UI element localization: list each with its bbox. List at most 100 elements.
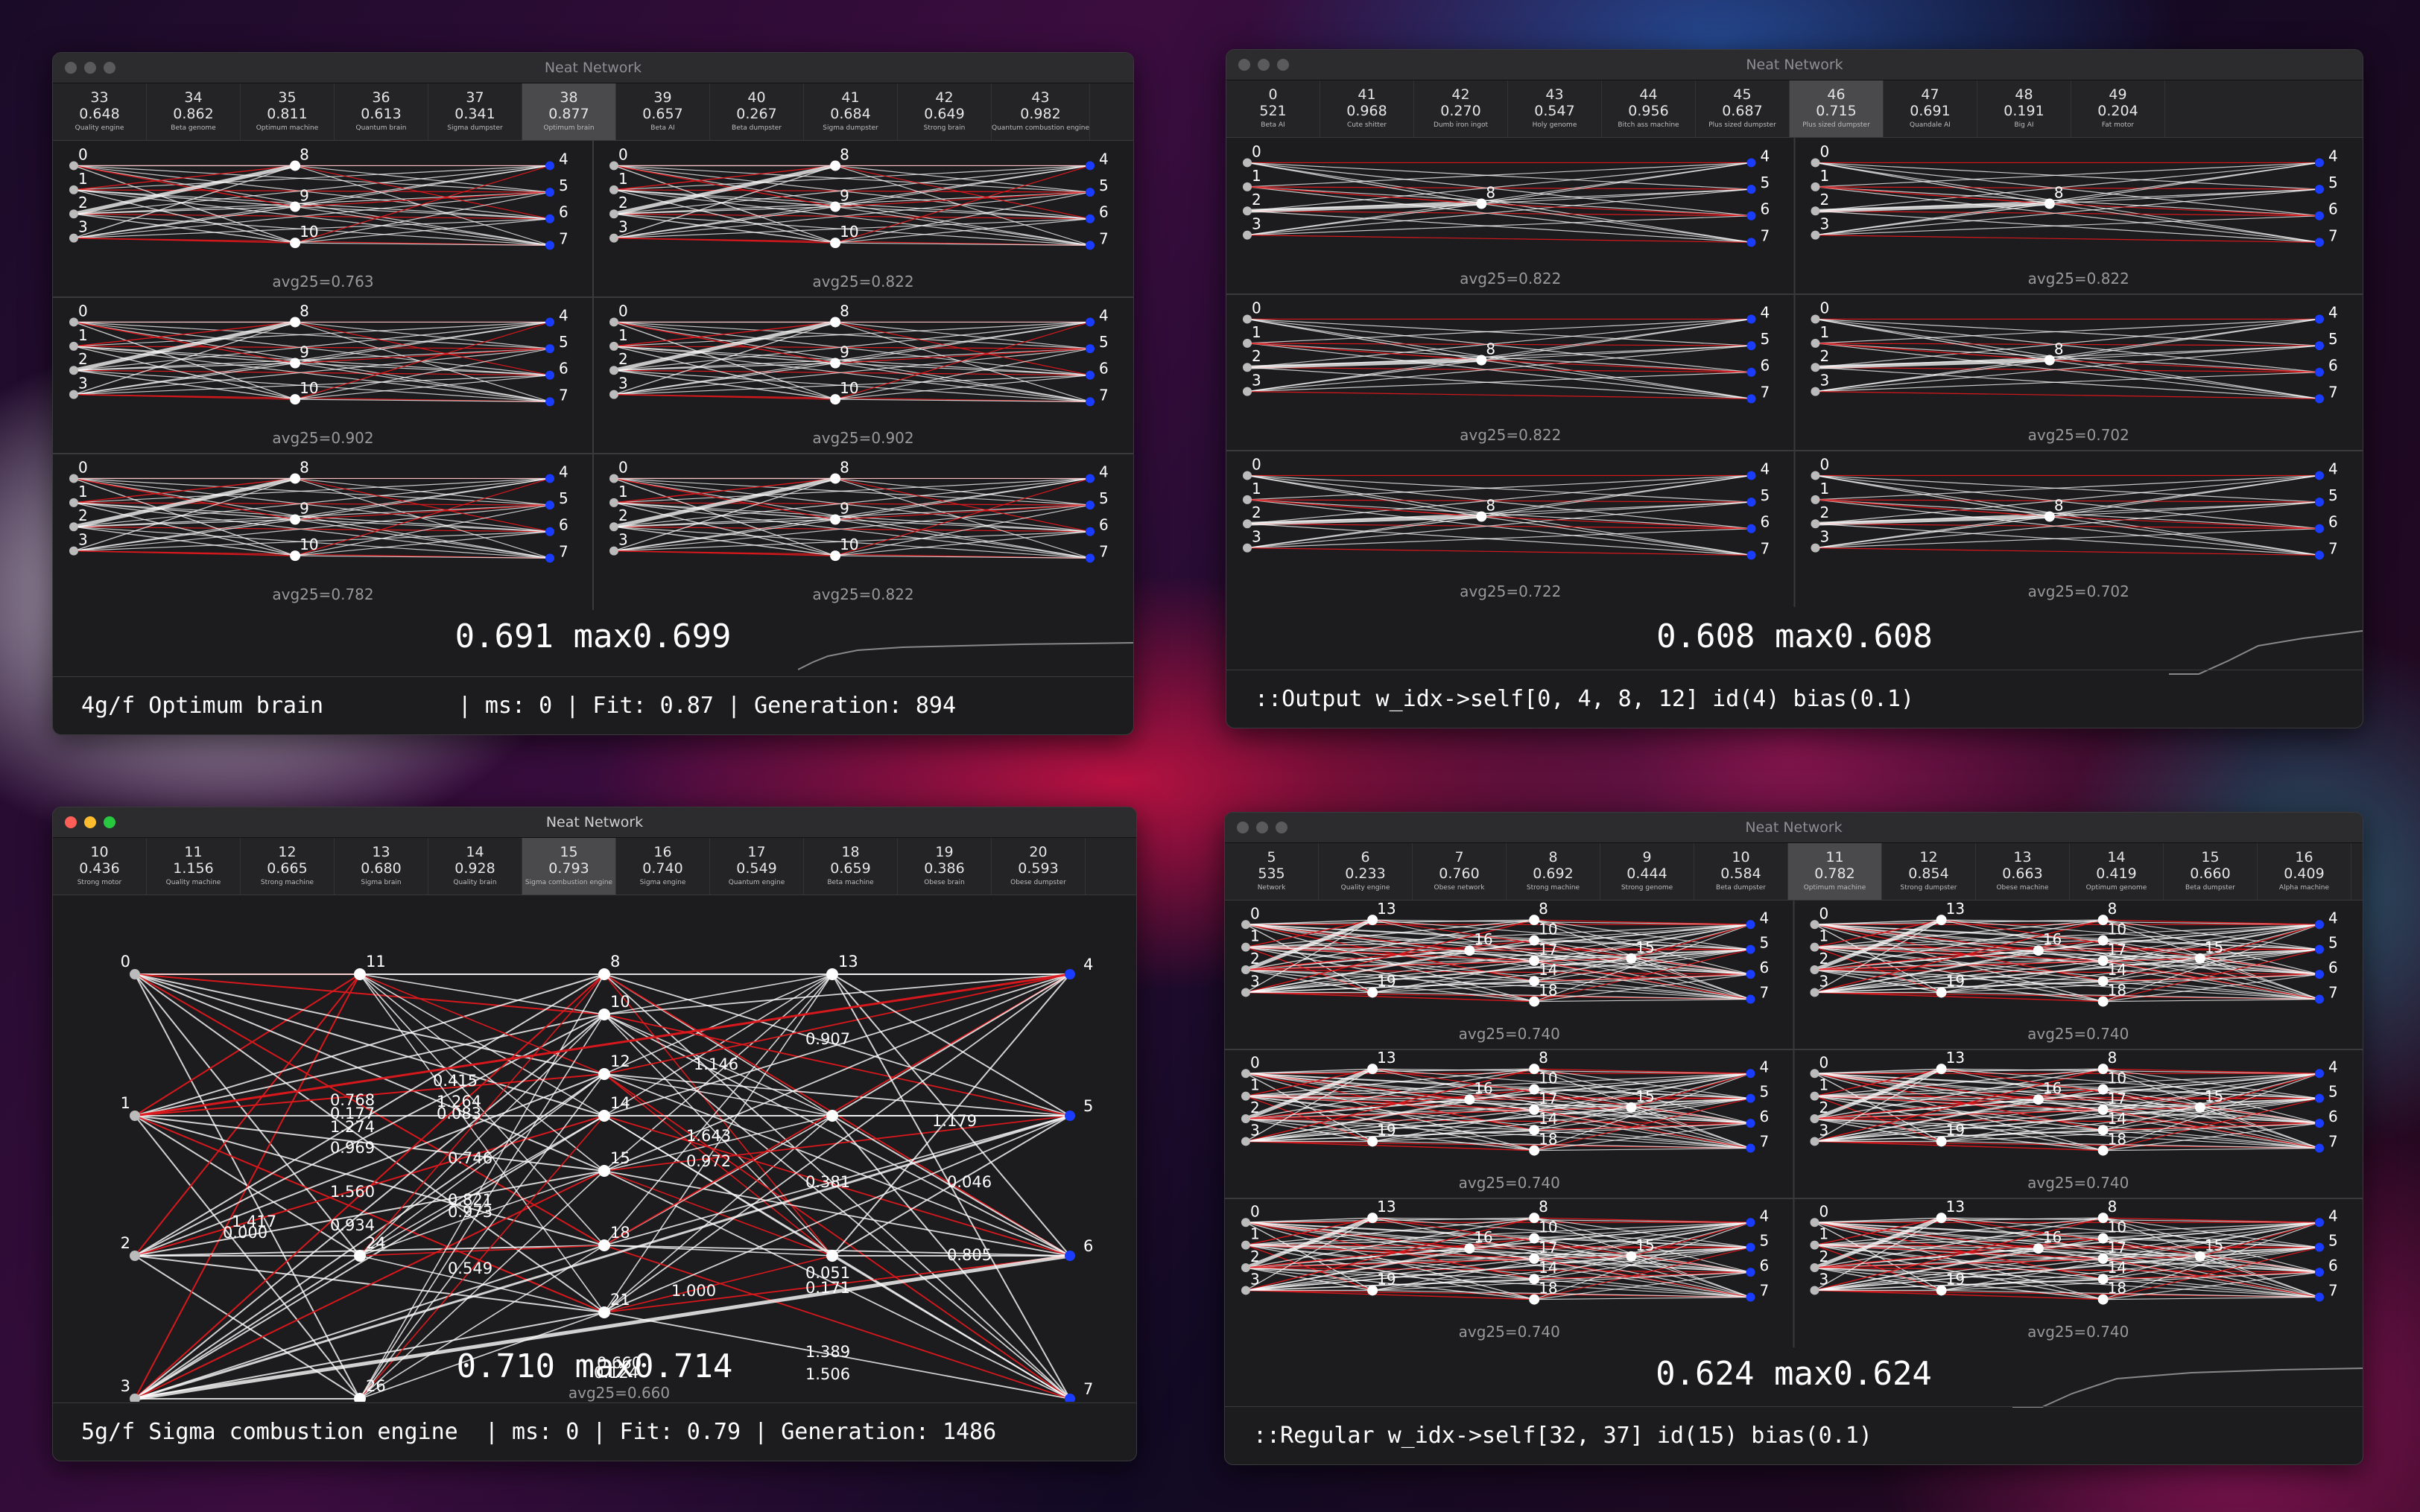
tab-tname: Strong brain	[923, 124, 966, 132]
genome-tab[interactable]: 46 0.715 Plus sized dumpster	[1790, 80, 1884, 137]
hidden-node	[2044, 198, 2055, 209]
output-node	[1086, 474, 1095, 483]
genome-tab[interactable]: 16 0.740 Sigma engine	[616, 838, 710, 895]
node-label: 9	[840, 343, 849, 361]
node-label: 8	[2108, 1198, 2118, 1216]
node-label: 15	[2205, 1236, 2223, 1254]
network-cell: 0 1 2 3 4 5 6 7 8 9 10	[609, 458, 1109, 563]
genome-tab[interactable]: 43 0.547 Holy genome	[1508, 80, 1602, 137]
genome-tab[interactable]: 43 0.982 Quantum combustion engine	[992, 83, 1090, 140]
node-label: 0	[78, 145, 88, 163]
genome-tab[interactable]: 8 0.692 Strong machine	[1507, 843, 1600, 900]
tab-tval: 0.584	[1720, 865, 1761, 882]
genome-tab[interactable]: 38 0.877 Optimum brain	[522, 83, 616, 140]
tab-tval: 0.684	[830, 106, 871, 122]
tab-tname: Optimum machine	[256, 124, 319, 132]
output-node	[2315, 524, 2324, 533]
node-label: 6	[2328, 1108, 2338, 1125]
genome-tab[interactable]: 14 0.419 Optimum genome	[2070, 843, 2164, 900]
genome-tab[interactable]: 33 0.648 Quality engine	[53, 83, 147, 140]
output-node	[1746, 341, 1756, 351]
genome-tab[interactable]: 48 0.191 Big AI	[1977, 80, 2071, 137]
tab-tid: 13	[372, 844, 390, 860]
genome-tab[interactable]: 10 0.436 Strong motor	[53, 838, 147, 895]
node-label: 0	[1819, 1202, 1829, 1220]
node-label: 17	[1539, 941, 1557, 959]
node-label: 6	[559, 516, 568, 534]
genome-tab[interactable]: 40 0.267 Beta dumpster	[710, 83, 804, 140]
output-node	[1746, 238, 1756, 247]
node-label: 4	[559, 463, 568, 480]
genome-tab[interactable]: 15 0.793 Sigma combustion engine	[522, 838, 616, 895]
tab-tval: 535	[1258, 865, 1285, 882]
connection-edge	[1247, 210, 1752, 243]
tab-tid: 43	[1545, 86, 1564, 103]
genome-tab[interactable]: 42 0.270 Dumb iron ingot	[1414, 80, 1508, 137]
titlebar: Neat Network	[1225, 813, 2363, 843]
genome-tab[interactable]: 13 0.680 Sigma brain	[335, 838, 428, 895]
genome-tab[interactable]: 39 0.657 Beta AI	[616, 83, 710, 140]
node-label: 1	[618, 170, 628, 188]
input-node	[69, 185, 78, 194]
genome-tab[interactable]: 10 0.584 Beta dumpster	[1694, 843, 1788, 900]
connection-edge	[134, 973, 361, 1116]
genome-tab[interactable]: 18 0.659 Beta machine	[804, 838, 898, 895]
hidden-node	[290, 160, 301, 171]
edge-weight-label: 1.274	[330, 1118, 375, 1136]
node-label: 7	[2328, 984, 2338, 1002]
input-node	[609, 233, 618, 243]
genome-tab[interactable]: 37 0.341 Sigma dumpster	[428, 83, 522, 140]
input-node	[609, 209, 618, 219]
input-node	[69, 546, 78, 556]
hidden-node	[598, 1165, 610, 1177]
genome-tab[interactable]: 47 0.691 Quandale AI	[1884, 80, 1977, 137]
genome-tab[interactable]: 7 0.760 Obese network	[1413, 843, 1507, 900]
tab-tid: 47	[1921, 86, 1939, 103]
cell-avg-label: avg25=0.740	[2027, 1323, 2129, 1341]
genome-tab[interactable]: 6 0.233 Quality engine	[1319, 843, 1413, 900]
genome-tab[interactable]: 13 0.663 Obese machine	[1976, 843, 2070, 900]
genome-tab[interactable]: 20 0.593 Obese dumpster	[992, 838, 1086, 895]
genome-tab[interactable]: 11 1.156 Quality machine	[147, 838, 241, 895]
genome-tab[interactable]: 15 0.660 Beta dumpster	[2164, 843, 2258, 900]
genome-tab[interactable]: 41 0.684 Sigma dumpster	[804, 83, 898, 140]
tab-tval: 0.444	[1626, 865, 1667, 882]
node-label: 5	[1761, 330, 1770, 348]
genome-tab[interactable]: 9 0.444 Strong genome	[1600, 843, 1694, 900]
tab-tname: Optimum brain	[543, 124, 595, 132]
cell-avg-label: avg25=0.822	[1460, 426, 1561, 444]
node-label: 1	[1820, 480, 1830, 498]
node-label: 17	[2108, 1090, 2126, 1108]
output-node	[2315, 1292, 2324, 1302]
genome-tab[interactable]: 11 0.782 Optimum machine	[1788, 843, 1882, 900]
genome-tab[interactable]: 45 0.687 Plus sized dumpster	[1696, 80, 1790, 137]
genome-tab[interactable]: 14 0.928 Quality brain	[428, 838, 522, 895]
node-label: 3	[78, 218, 88, 236]
genome-tab[interactable]: 12 0.854 Strong dumpster	[1882, 843, 1976, 900]
genome-tab[interactable]: 44 0.956 Bitch ass machine	[1602, 80, 1696, 137]
node-label: 0	[618, 458, 628, 476]
genome-tab[interactable]: 0 521 Beta AI	[1226, 80, 1320, 137]
genome-tab[interactable]: 17 0.549 Quantum engine	[710, 838, 804, 895]
genome-tab[interactable]: 36 0.613 Quantum brain	[335, 83, 428, 140]
genome-tab[interactable]: 16 0.409 Alpha machine	[2258, 843, 2351, 900]
genome-tab[interactable]: 42 0.649 Strong brain	[898, 83, 992, 140]
node-label: 6	[2328, 357, 2338, 375]
tab-tid: 16	[653, 844, 672, 860]
genome-tab[interactable]: 19 0.386 Obese brain	[898, 838, 992, 895]
genome-tab[interactable]: 49 0.204 Fat motor	[2071, 80, 2165, 137]
tab-tname: Beta machine	[827, 879, 874, 886]
hidden-node	[1367, 1064, 1378, 1075]
network-cell: 0 1 2 3 4 5 6 7 8 9 10	[609, 302, 1109, 407]
genome-tab[interactable]: 41 0.968 Cute shitter	[1320, 80, 1414, 137]
genome-tab[interactable]: 5 535 Network	[1225, 843, 1319, 900]
node-label: 2	[618, 506, 628, 524]
node-label: 7	[1760, 1133, 1770, 1151]
hidden-node	[1476, 198, 1487, 209]
network-window-3: Neat Network 10 0.436 Strong motor 11 1.156 Q…	[52, 807, 1137, 1461]
node-label: 2	[78, 350, 88, 368]
genome-tab[interactable]: 35 0.811 Optimum machine	[241, 83, 335, 140]
genome-tab[interactable]: 34 0.862 Beta genome	[147, 83, 241, 140]
node-label: 14	[2108, 961, 2126, 979]
genome-tab[interactable]: 12 0.665 Strong machine	[241, 838, 335, 895]
